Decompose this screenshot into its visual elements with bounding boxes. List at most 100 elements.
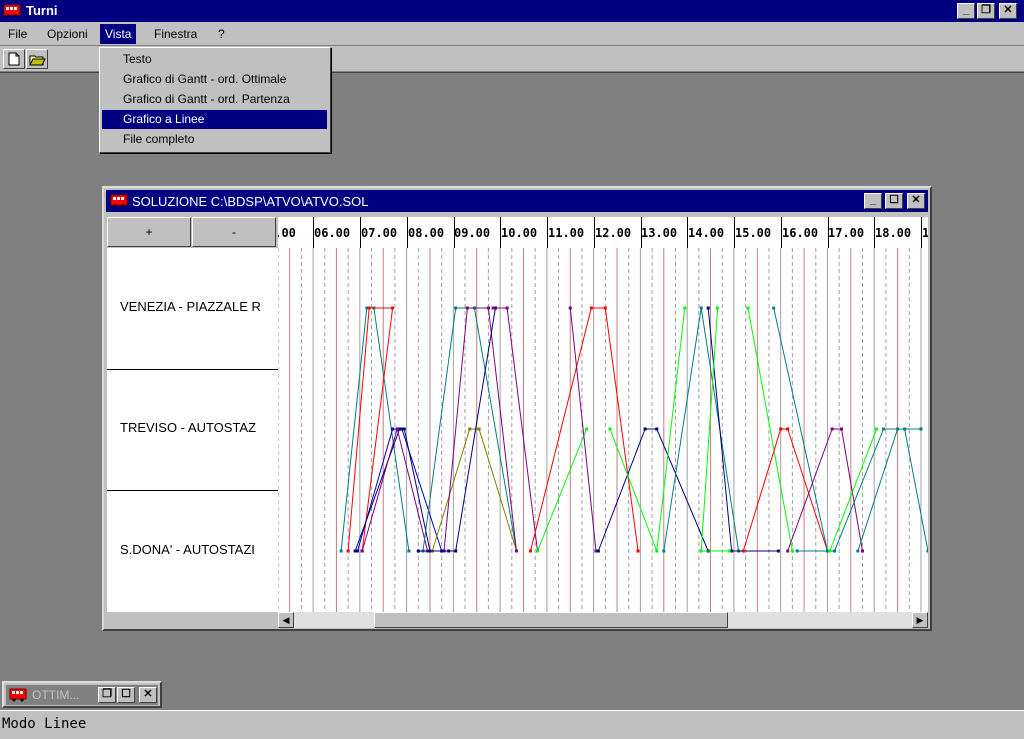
series-point <box>882 427 886 431</box>
vista-item-gantt-partenza[interactable]: Grafico di Gantt - ord. Partenza <box>102 90 327 109</box>
scroll-left-button[interactable]: ◀ <box>278 612 294 628</box>
hour-label: 12.00 <box>595 226 632 240</box>
station-labels-pane: VENEZIA - PIAZZALE R TREVISO - AUTOSTAZ … <box>107 248 279 612</box>
status-bar: Modo Linee <box>0 710 1024 739</box>
series-point <box>596 549 600 553</box>
close-icon: ✕ <box>911 194 921 206</box>
menu-opzioni[interactable]: Opzioni <box>45 27 90 43</box>
series-point <box>468 427 472 431</box>
close-icon: ✕ <box>1003 4 1013 16</box>
series-point <box>746 306 750 310</box>
menu-help[interactable]: ? <box>216 27 227 43</box>
minimized-restore-button[interactable]: ❐ <box>98 687 116 703</box>
series-point <box>875 427 879 431</box>
station-label-venezia: VENEZIA - PIAZZALE R <box>120 299 261 314</box>
series-point <box>919 427 923 431</box>
horizontal-scrollbar[interactable]: ◀ ▶ <box>278 612 928 628</box>
series-point <box>772 306 776 310</box>
minimized-window-title: OTTIM... <box>32 688 80 702</box>
series-line <box>829 428 878 552</box>
minimized-window-titlebar: OTTIM... ❐ ☐ ✕ <box>6 685 158 705</box>
series-point <box>636 549 640 553</box>
series-point <box>856 549 860 553</box>
series-point <box>706 306 710 310</box>
series-point <box>486 306 490 310</box>
series-point <box>790 549 794 553</box>
open-button[interactable] <box>26 49 48 69</box>
vista-item-file-completo[interactable]: File completo <box>102 130 327 149</box>
menubar: File Opzioni Vista Finestra ? <box>0 22 1024 46</box>
series-point <box>776 549 780 553</box>
solution-minimize-button[interactable]: _ <box>864 193 882 209</box>
hour-label: 18.00 <box>875 226 912 240</box>
series-point <box>861 549 865 553</box>
minimize-icon: _ <box>869 194 877 206</box>
series-point <box>699 549 703 553</box>
series-point <box>926 549 928 553</box>
series-point <box>662 549 666 553</box>
series-point <box>589 306 593 310</box>
series-point <box>830 427 834 431</box>
series-line <box>742 428 828 552</box>
series-point <box>367 306 371 310</box>
series-point <box>655 549 659 553</box>
hour-label: 16.00 <box>782 226 819 240</box>
series-point <box>477 427 481 431</box>
series-point <box>643 427 647 431</box>
vista-item-testo[interactable]: Testo <box>102 50 327 69</box>
series-point <box>454 549 458 553</box>
line-chart-area <box>278 248 928 612</box>
vista-item-gantt-ottimale[interactable]: Grafico di Gantt - ord. Ottimale <box>102 70 327 89</box>
series-point <box>727 549 731 553</box>
restore-button[interactable]: ❐ <box>977 3 995 19</box>
minimize-button[interactable]: _ <box>957 3 975 19</box>
solution-maximize-button[interactable]: ☐ <box>885 193 903 209</box>
series-point <box>339 549 343 553</box>
menu-file[interactable]: File <box>6 27 29 43</box>
series-line <box>700 307 730 552</box>
vista-item-grafico-linee[interactable]: Grafico a Linee <box>102 110 327 129</box>
zoom-out-button[interactable]: - <box>192 217 276 247</box>
solution-close-button[interactable]: ✕ <box>907 193 925 209</box>
series-point <box>402 427 406 431</box>
hour-label: 17.00 <box>828 226 865 240</box>
menu-finestra[interactable]: Finestra <box>152 27 199 43</box>
new-button[interactable] <box>3 49 25 69</box>
series-point <box>795 549 799 553</box>
vista-dropdown-menu: Testo Grafico di Gantt - ord. Ottimale G… <box>99 47 331 153</box>
maximize-icon: ☐ <box>121 688 131 700</box>
minimize-icon: _ <box>962 4 970 16</box>
close-icon: ✕ <box>143 688 153 700</box>
series-point <box>395 427 399 431</box>
scroll-thumb[interactable] <box>374 612 728 628</box>
zoom-in-button[interactable]: + <box>107 217 191 247</box>
hour-label: 07.00 <box>361 226 398 240</box>
series-line <box>347 307 394 552</box>
solution-window-titlebar: SOLUZIONE C:\BDSP\ATVO\ATVO.SOL _ ☐ ✕ <box>106 190 928 212</box>
series-point <box>741 549 745 553</box>
series-point <box>603 306 607 310</box>
series-point <box>360 549 364 553</box>
series-line <box>537 428 588 552</box>
minimized-maximize-button[interactable]: ☐ <box>117 687 135 703</box>
series-point <box>828 549 832 553</box>
bus-icon <box>3 4 21 18</box>
series-point <box>529 549 533 553</box>
series-line <box>361 427 444 552</box>
hour-label: 08.00 <box>408 226 445 240</box>
minimized-window[interactable]: OTTIM... ❐ ☐ ✕ <box>2 681 162 708</box>
series-point <box>353 549 357 553</box>
close-button[interactable]: ✕ <box>999 3 1017 19</box>
series-point <box>407 549 411 553</box>
scroll-right-button[interactable]: ▶ <box>912 612 928 628</box>
series-point <box>416 549 420 553</box>
minimized-close-button[interactable]: ✕ <box>139 687 157 703</box>
hour-label: 15.00 <box>735 226 772 240</box>
hour-label: 13.00 <box>641 226 678 240</box>
series-point <box>786 549 790 553</box>
series-line <box>707 307 779 552</box>
menu-vista[interactable]: Vista <box>100 24 137 44</box>
series-point <box>608 427 612 431</box>
series-point <box>832 549 836 553</box>
restore-icon: ❐ <box>981 4 991 16</box>
